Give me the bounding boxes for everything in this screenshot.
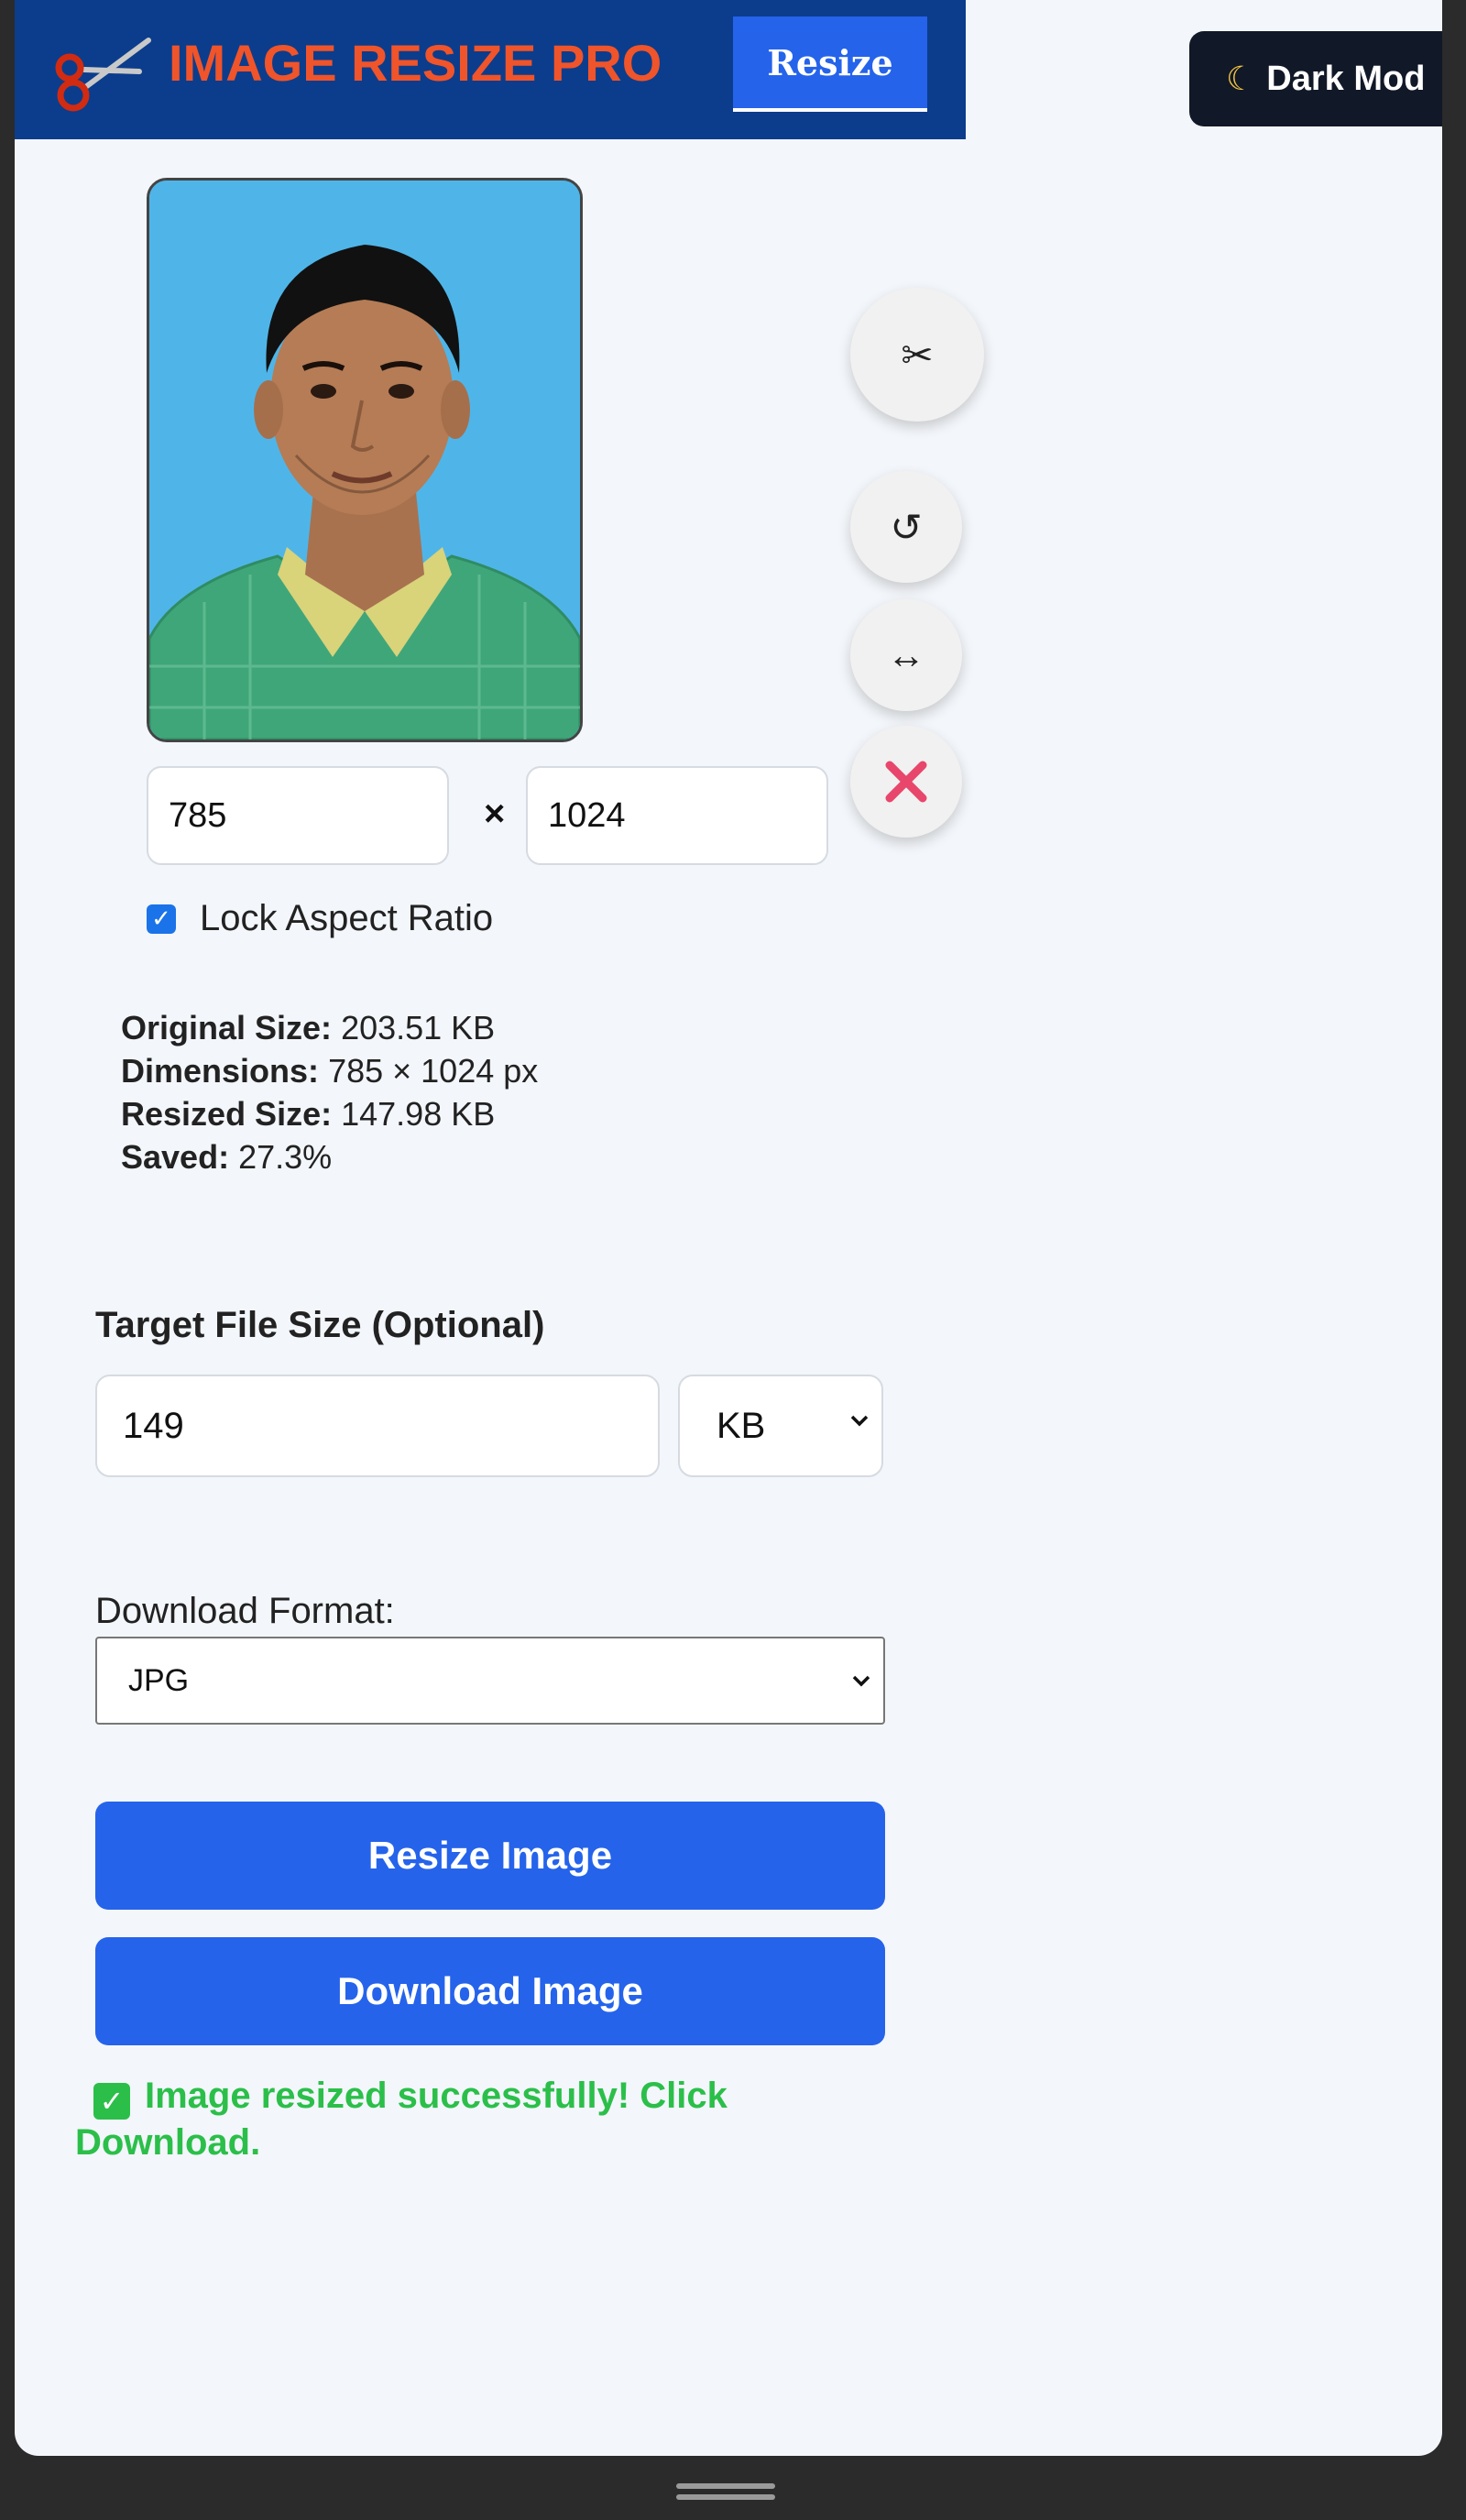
dimensions-value: 785 × 1024 px: [328, 1052, 539, 1090]
moon-icon: ☾: [1226, 60, 1256, 97]
image-preview: [147, 178, 583, 742]
download-format-select[interactable]: JPG: [95, 1637, 885, 1725]
saved-value: 27.3%: [238, 1138, 333, 1176]
flip-horizontal-icon: ↔: [887, 633, 925, 676]
target-size-label: Target File Size (Optional): [95, 1305, 545, 1345]
download-format-value: JPG: [128, 1662, 190, 1698]
flip-horizontal-button[interactable]: ↔: [850, 599, 962, 711]
lock-aspect-ratio-label: Lock Aspect Ratio: [200, 898, 494, 938]
status-text: Image resized successfully! Click Downlo…: [75, 2076, 728, 2163]
status-message: ✓ Image resized successfully! Click Downl…: [75, 2073, 863, 2165]
rotate-icon: ↺: [890, 505, 923, 549]
check-mark-icon: ✓: [93, 2083, 130, 2120]
resize-image-button[interactable]: Resize Image: [95, 1802, 885, 1910]
remove-image-button[interactable]: [850, 726, 962, 838]
lock-aspect-ratio-row[interactable]: ✓ Lock Aspect Ratio: [147, 898, 493, 939]
size-unit-select[interactable]: KB: [678, 1375, 883, 1477]
portrait-illustration: [149, 181, 580, 740]
size-unit-value: KB: [717, 1405, 766, 1446]
width-input[interactable]: [147, 766, 449, 865]
app-brand-title: IMAGE RESIZE PRO: [169, 34, 662, 92]
resize-handle-icon[interactable]: [676, 2482, 775, 2502]
rotate-button[interactable]: ↺: [850, 471, 962, 583]
height-input[interactable]: [526, 766, 828, 865]
dark-mode-label: Dark Mod: [1266, 59, 1426, 98]
dimension-separator: ×: [484, 794, 506, 834]
close-icon: [885, 761, 927, 803]
resized-size-value: 147.98 KB: [341, 1095, 496, 1133]
crop-button[interactable]: ✂: [850, 288, 984, 422]
target-size-input[interactable]: [95, 1375, 660, 1477]
nav-resize-button[interactable]: Resize: [733, 16, 927, 112]
resized-size-row: Resized Size: 147.98 KB: [121, 1095, 496, 1133]
dimensions-row: Dimensions: 785 × 1024 px: [121, 1052, 539, 1090]
scissors-icon: ✂: [901, 333, 934, 377]
bottom-bar: [0, 2456, 1466, 2520]
app-header: IMAGE RESIZE PRO Resize: [15, 0, 966, 139]
scissors-logo-icon: [55, 38, 151, 112]
image-info: Original Size: 203.51 KB Dimensions: 785…: [121, 1006, 538, 1178]
original-size-value: 203.51 KB: [341, 1009, 496, 1046]
chevron-down-icon: [850, 1415, 869, 1427]
download-image-button[interactable]: Download Image: [95, 1937, 885, 2045]
download-format-label: Download Format:: [95, 1591, 395, 1631]
chevron-down-icon: [852, 1675, 870, 1687]
lock-aspect-ratio-checkbox[interactable]: ✓: [147, 904, 176, 934]
original-size-row: Original Size: 203.51 KB: [121, 1009, 496, 1046]
app-window: IMAGE RESIZE PRO Resize ☾ Dark Mod ✂ ↺ ↔…: [15, 0, 1442, 2456]
saved-row: Saved: 27.3%: [121, 1138, 333, 1176]
dark-mode-toggle[interactable]: ☾ Dark Mod: [1189, 31, 1442, 126]
